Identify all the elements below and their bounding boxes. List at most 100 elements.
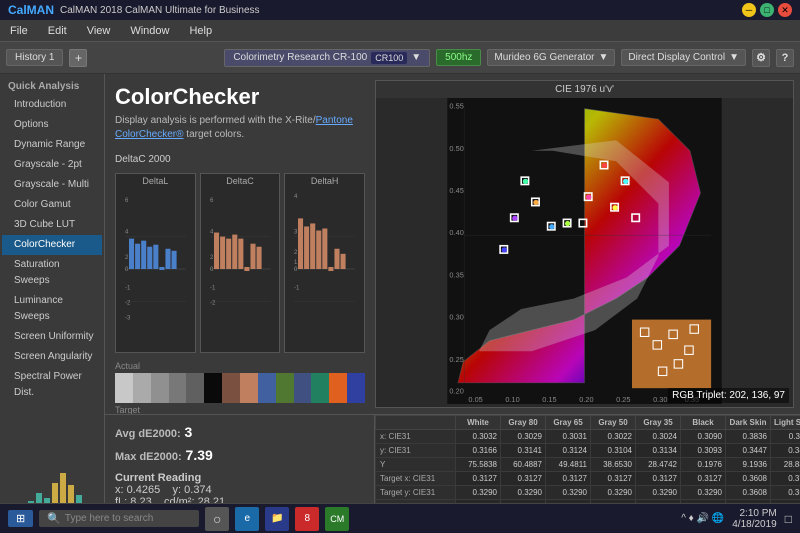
actual-swatch[interactable]	[186, 373, 204, 403]
sidebar-item-grayscale-2pt[interactable]: Grayscale - 2pt	[2, 155, 102, 175]
svg-text:0: 0	[210, 267, 214, 273]
table-row: x: CIE310.30320.30290.30310.30220.30240.…	[376, 430, 800, 444]
history-button[interactable]: History 1	[6, 49, 63, 66]
sidebar-item-grayscale-multi[interactable]: Grayscale - Multi	[2, 175, 102, 195]
fl-value: 8.23	[130, 496, 151, 503]
taskbar-app-icon[interactable]: 8	[295, 507, 319, 531]
row-label: y: CIE31	[376, 444, 456, 458]
sidebar-item-3d-cube-lut[interactable]: 3D Cube LUT	[2, 215, 102, 235]
data-table-container[interactable]: WhiteGray 80Gray 65Gray 50Gray 35BlackDa…	[375, 415, 800, 503]
sidebar-item-colorchecker[interactable]: ColorChecker	[2, 235, 102, 255]
svg-text:1: 1	[294, 260, 298, 266]
actual-swatch[interactable]	[169, 373, 187, 403]
table-header: Black	[681, 416, 726, 430]
close-button[interactable]: ✕	[778, 3, 792, 17]
device1-selector[interactable]: Colorimetry Research CR-100 CR100 ▼	[224, 49, 430, 67]
settings-button[interactable]: ⚙	[752, 49, 770, 67]
notification-icon[interactable]: □	[785, 512, 792, 526]
svg-text:3: 3	[294, 230, 298, 236]
row-label: Target y: CIE31	[376, 486, 456, 500]
cie-title: CIE 1976 u'v'	[376, 81, 793, 98]
sidebar-item-dynamic-range[interactable]: Dynamic Range	[2, 135, 102, 155]
max-stat: Max dE2000: 7.39	[115, 444, 364, 467]
taskbar-left: ⊞ 🔍 Type here to search ○ e 📁 8 CM	[8, 507, 349, 531]
table-cell: 75.8538	[456, 500, 501, 504]
table-cell: 0.1976	[681, 458, 726, 472]
cortana-icon[interactable]: ○	[205, 507, 229, 531]
pantone-link[interactable]: Pantone ColorChecker®	[115, 115, 353, 140]
clock-date: 4/18/2019	[732, 519, 777, 530]
sidebar-item-options[interactable]: Options	[2, 115, 102, 135]
maximize-button[interactable]: □	[760, 3, 774, 17]
svg-text:0.25: 0.25	[449, 355, 463, 364]
max-value: 7.39	[186, 447, 213, 463]
minimize-button[interactable]: ─	[742, 3, 756, 17]
table-cell: 0.3751	[771, 472, 800, 486]
sidebar-item-introduction[interactable]: Introduction	[2, 95, 102, 115]
table-cell: 59.9523	[501, 500, 546, 504]
delta2000-label: DeltaC 2000	[115, 154, 365, 165]
sidebar-item-luminance-sweeps[interactable]: Luminance Sweeps	[2, 291, 102, 327]
actual-swatch[interactable]	[311, 373, 329, 403]
actual-swatch[interactable]	[115, 373, 133, 403]
table-header: Gray 35	[636, 416, 681, 430]
menu-edit[interactable]: Edit	[44, 23, 71, 39]
add-history-button[interactable]: +	[69, 49, 87, 67]
table-cell: 0.3127	[456, 472, 501, 486]
clock-time: 2:10 PM	[732, 508, 777, 519]
actual-swatch[interactable]	[294, 373, 312, 403]
table-cell: 0.3166	[456, 444, 501, 458]
table-cell: 0.3290	[456, 486, 501, 500]
y-label: y:	[173, 484, 182, 496]
sidebar-item-screen-uniformity[interactable]: Screen Uniformity	[2, 327, 102, 347]
actual-swatch[interactable]	[204, 373, 222, 403]
table-cell: 0.3141	[501, 444, 546, 458]
search-bar[interactable]: 🔍 Type here to search	[39, 510, 199, 527]
table-row: Target y: CIE310.32900.32900.32900.32900…	[376, 486, 800, 500]
table-cell: 60.4887	[501, 458, 546, 472]
upper-content: ColorChecker Display analysis is perform…	[105, 74, 800, 414]
menu-window[interactable]: Window	[126, 23, 173, 39]
taskbar-ie-icon[interactable]: e	[235, 507, 259, 531]
table-cell: 0.3608	[726, 472, 771, 486]
taskbar-file-icon[interactable]: 📁	[265, 507, 289, 531]
toolbar: History 1 + Colorimetry Research CR-100 …	[0, 42, 800, 74]
actual-swatch[interactable]	[240, 373, 258, 403]
table-cell: 0.3090	[681, 430, 726, 444]
sidebar-item-saturation-sweeps[interactable]: Saturation Sweeps	[2, 255, 102, 291]
table-header	[376, 416, 456, 430]
actual-swatch[interactable]	[133, 373, 151, 403]
device3-selector[interactable]: Direct Display Control ▼	[621, 49, 746, 66]
dropdown-icon: ▼	[411, 52, 421, 63]
panel-desc: Display analysis is performed with the X…	[115, 114, 365, 142]
help-button[interactable]: ?	[776, 49, 794, 67]
taskbar-calman-icon[interactable]: CM	[325, 507, 349, 531]
actual-swatches	[115, 373, 365, 403]
actual-swatch[interactable]	[258, 373, 276, 403]
menu-help[interactable]: Help	[185, 23, 216, 39]
svg-text:0: 0	[294, 267, 298, 273]
actual-swatch[interactable]	[347, 373, 365, 403]
deltaH-svg: 4 3 2 1 0 -1	[285, 188, 364, 350]
sidebar-item-screen-angularity[interactable]: Screen Angularity	[2, 347, 102, 367]
table-cell: 0.3127	[546, 472, 591, 486]
menu-file[interactable]: File	[6, 23, 32, 39]
svg-text:6: 6	[210, 198, 214, 204]
menu-view[interactable]: View	[83, 23, 115, 39]
device2-selector[interactable]: Murideo 6G Generator ▼	[487, 49, 615, 66]
table-cell: 27.1596	[636, 500, 681, 504]
table-cell: 0.3124	[546, 444, 591, 458]
actual-swatch[interactable]	[151, 373, 169, 403]
actual-swatch[interactable]	[276, 373, 294, 403]
sidebar-item-color-gamut[interactable]: Color Gamut	[2, 195, 102, 215]
svg-text:-2: -2	[125, 300, 131, 306]
start-button[interactable]: ⊞	[8, 510, 33, 527]
table-header: Gray 80	[501, 416, 546, 430]
actual-swatch[interactable]	[222, 373, 240, 403]
app-title: CalMAN 2018 CalMAN Ultimate for Business	[60, 5, 260, 16]
avg-label: Avg dE2000:	[115, 428, 181, 440]
sidebar-item-spectral-power[interactable]: Spectral Power Dist.	[2, 367, 102, 403]
row-label: Target Y	[376, 500, 456, 504]
data-table: WhiteGray 80Gray 65Gray 50Gray 35BlackDa…	[375, 415, 800, 503]
actual-swatch[interactable]	[329, 373, 347, 403]
